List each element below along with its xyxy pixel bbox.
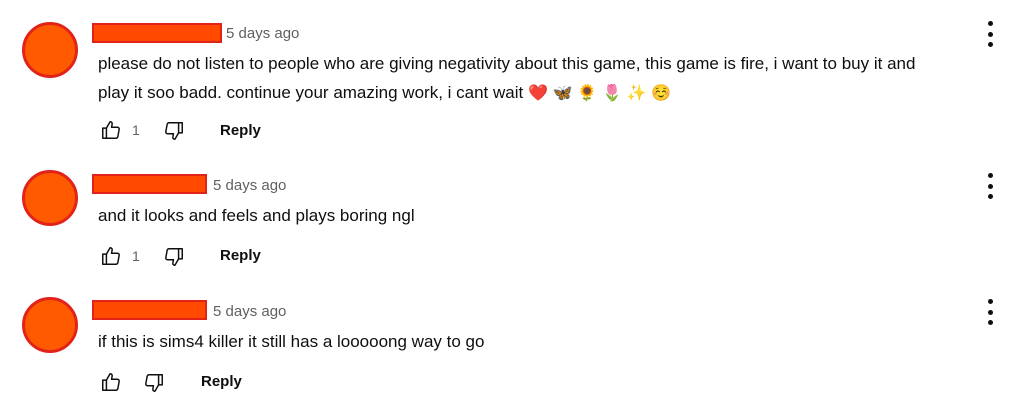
author-name-redacted[interactable] xyxy=(92,174,207,194)
comment-timestamp[interactable]: 5 days ago xyxy=(213,177,286,194)
comment-text-line-1: and it looks and feels and plays boring … xyxy=(98,206,415,225)
reply-button[interactable]: Reply xyxy=(201,373,242,390)
like-button[interactable] xyxy=(100,119,122,141)
author-name-redacted[interactable] xyxy=(92,23,222,43)
comment-3: 5 days ago if this is sims4 killer it st… xyxy=(0,275,1024,402)
tulip-emoji: 🌷 xyxy=(601,83,622,102)
avatar[interactable] xyxy=(22,170,78,226)
like-button[interactable] xyxy=(100,245,122,267)
thumbs-up-icon xyxy=(100,371,122,393)
reply-button[interactable]: Reply xyxy=(220,122,261,139)
like-button[interactable] xyxy=(100,371,122,393)
avatar[interactable] xyxy=(22,297,78,353)
sunflower-emoji: 🌻 xyxy=(577,83,598,102)
thumbs-down-icon xyxy=(163,120,185,142)
comment-menu-icon[interactable] xyxy=(983,21,997,47)
thumbs-down-icon xyxy=(163,246,185,268)
comment-text-line-2-text: play it soo badd. continue your amazing … xyxy=(98,83,524,102)
smiling-face-emoji: ☺️ xyxy=(651,83,672,102)
like-count: 1 xyxy=(132,122,140,138)
comment-text-line-1: please do not listen to people who are g… xyxy=(98,54,916,73)
dislike-button[interactable] xyxy=(143,372,165,394)
comment-timestamp[interactable]: 5 days ago xyxy=(226,25,299,42)
butterfly-emoji: 🦋 xyxy=(552,83,573,102)
comment-text-line-2: play it soo badd. continue your amazing … xyxy=(98,78,671,108)
thumbs-up-icon xyxy=(100,119,122,141)
heart-emoji: ❤️ xyxy=(527,83,548,102)
comment-menu-icon[interactable] xyxy=(983,173,997,199)
sparkles-emoji: ✨ xyxy=(626,83,647,102)
comment-2: 5 days ago and it looks and feels and pl… xyxy=(0,150,1024,275)
comment-text-line-1: if this is sims4 killer it still has a l… xyxy=(98,332,485,351)
dislike-button[interactable] xyxy=(163,246,185,268)
reply-button[interactable]: Reply xyxy=(220,247,261,264)
dislike-button[interactable] xyxy=(163,120,185,142)
comment-1: 5 days ago please do not listen to peopl… xyxy=(0,0,1024,150)
thumbs-down-icon xyxy=(143,372,165,394)
comment-menu-icon[interactable] xyxy=(983,299,997,325)
thumbs-up-icon xyxy=(100,245,122,267)
like-count: 1 xyxy=(132,248,140,264)
avatar[interactable] xyxy=(22,22,78,78)
comment-timestamp[interactable]: 5 days ago xyxy=(213,303,286,320)
author-name-redacted[interactable] xyxy=(92,300,207,320)
